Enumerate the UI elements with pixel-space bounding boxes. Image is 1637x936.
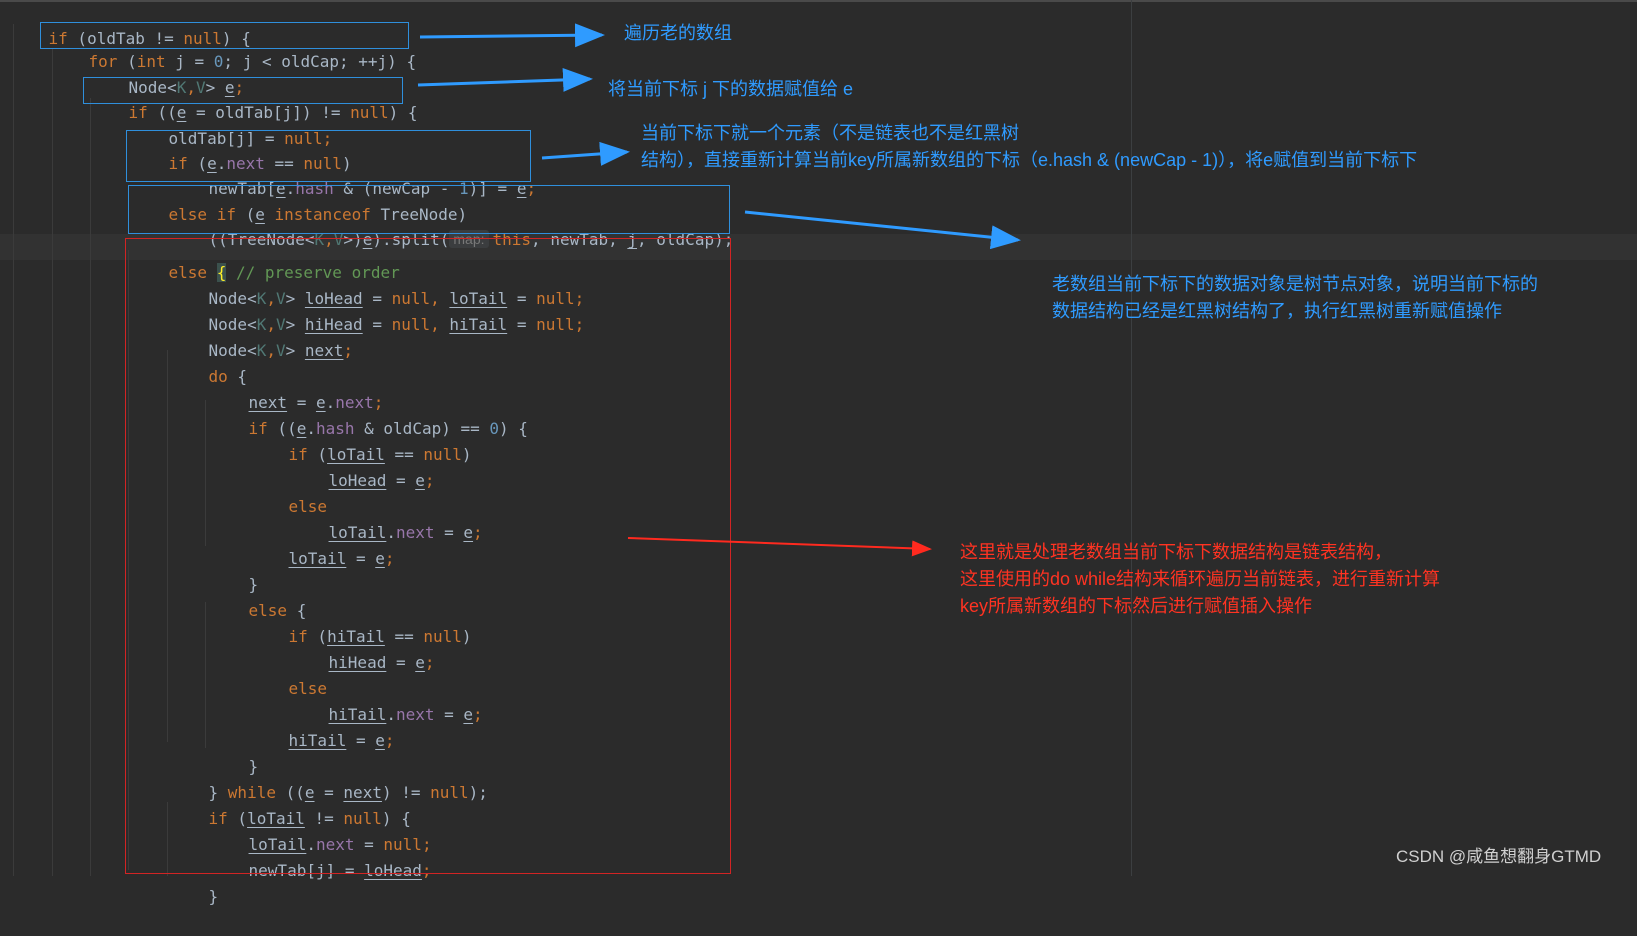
arrow-traverse — [419, 23, 605, 48]
note-single-element: 当前下标下就一个元素（不是链表也不是红黑树 结构），直接重新计算当前key所属新… — [641, 123, 1418, 170]
note-linked-list: 这里就是处理老数组当前下标下数据结构是链表结构， 这里使用的do while结构… — [960, 542, 1441, 616]
note-tree-node: 老数组当前下标下的数据对象是树节点对象，说明当前下标的 数据结构已经是红黑树结构… — [1052, 274, 1538, 321]
note-traverse: 遍历老的数组 — [624, 23, 732, 43]
arrow-assign-e — [417, 67, 593, 92]
csdn-watermark: CSDN @咸鱼想翻身GTMD — [1396, 847, 1602, 866]
arrow-single-element — [541, 141, 630, 166]
arrow-tree-node — [744, 210, 1021, 250]
code-token: } — [208, 887, 219, 906]
note-assign-e: 将当前下标 j 下的数据赋值给 e — [608, 79, 854, 99]
arrow-linked-list — [627, 537, 932, 557]
